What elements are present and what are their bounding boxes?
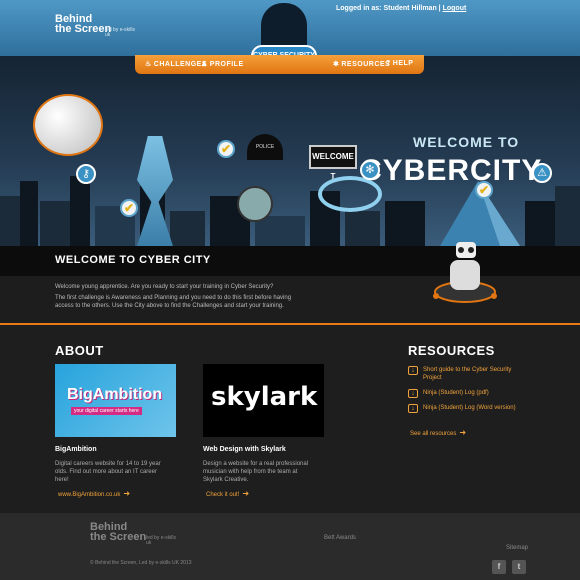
nav-profile-label: PROFILE (209, 61, 244, 68)
see-all-label: See all resources (410, 431, 457, 437)
resource-link[interactable]: ↓ Ninja (Student) Log (Word version) (408, 404, 523, 413)
nav-resources-label: RESOURCES (341, 61, 391, 68)
logo-line2: the Screen (55, 23, 112, 35)
key-icon[interactable]: ⚷ (76, 164, 96, 184)
arrow-right-icon: ➜ (242, 489, 250, 498)
challenge-check-icon[interactable]: ✔ (120, 199, 138, 217)
star-icon: ✱ (333, 61, 340, 68)
see-all-resources-link[interactable]: See all resources ➜ (410, 428, 466, 437)
arrow-right-icon: ➜ (459, 428, 467, 437)
resource-label: Ninja (Student) Log (Word version) (423, 405, 516, 411)
facebook-icon[interactable]: f (492, 560, 506, 574)
copyright-text: © Behind the Screen, Led by e-skills UK … (90, 560, 192, 566)
intro-paragraph-1: Welcome young apprentice. Are you ready … (55, 284, 274, 290)
airship-illustration (33, 94, 103, 156)
logo-subtitle: led by e-skills uk (105, 27, 136, 38)
footer-logo-line2: the Screen (90, 531, 147, 543)
welcome-heading: WELCOME TO (413, 134, 520, 150)
skylark-link[interactable]: Check it out! ➜ (206, 489, 249, 498)
card-text-skylark: Design a website for a real professional… (203, 461, 309, 483)
card-text-bigambition: Digital careers website for 14 to 19 yea… (55, 461, 161, 483)
cybercity-hero: POLICE WELCOME T WELCOME TO CYBERCITY ✔ … (0, 56, 580, 246)
nav-challenges[interactable]: ♨ CHALLENGES (145, 60, 207, 68)
intro-paragraph-2: The first challenge is Awareness and Pla… (55, 295, 292, 309)
resource-link[interactable]: ↓ Ninja (Student) Log (pdf) (408, 389, 523, 398)
site-logo[interactable]: Behind the Screen led by e-skills uk (55, 14, 135, 38)
download-icon: ↓ (408, 404, 418, 413)
intro-title: WELCOME TO CYBER CITY (55, 254, 211, 266)
footer-logo-subtitle: led by e-skills uk (146, 535, 177, 546)
bigambition-banner[interactable]: BigAmbition your digital career starts h… (55, 364, 176, 437)
footer-logo[interactable]: Behind the Screen led by e-skills uk (90, 522, 176, 546)
bigambition-banner-tagline: your digital career starts here (71, 407, 142, 415)
question-icon: ? (386, 60, 391, 67)
snowflake-icon[interactable]: ✻ (360, 160, 380, 180)
nav-help[interactable]: ? HELP (386, 60, 413, 67)
cybercity-heading: CYBERCITY (360, 154, 543, 187)
card-title-bigambition: BigAmbition (55, 446, 97, 453)
person-icon: ♟ (201, 61, 208, 68)
nav-resources[interactable]: ✱ RESOURCES (333, 60, 390, 68)
warning-icon[interactable]: ⚠ (532, 163, 552, 183)
resource-label: Short guide to the Cyber Security Projec… (423, 367, 512, 381)
bett-awards-link[interactable]: Bett Awards (324, 535, 356, 541)
bigambition-banner-title: BigAmbition (67, 386, 163, 403)
flame-icon: ♨ (145, 61, 152, 68)
download-icon: ↓ (408, 366, 418, 375)
nav-challenges-label: CHALLENGES (153, 61, 208, 68)
robot-mascot-illustration (433, 242, 497, 303)
welcome-sign: WELCOME T (309, 145, 357, 181)
resources-heading: RESOURCES (408, 343, 495, 358)
intro-text: Welcome young apprentice. Are you ready … (55, 283, 295, 313)
login-status: Logged in as: Student Hillman | Logout (336, 5, 466, 12)
resource-label: Ninja (Student) Log (pdf) (423, 390, 489, 396)
challenge-check-icon[interactable]: ✔ (217, 140, 235, 158)
about-heading: ABOUT (55, 343, 104, 358)
nav-profile[interactable]: ♟ PROFILE (201, 60, 244, 68)
badge-city-icon (261, 3, 307, 45)
bigambition-link[interactable]: www.BigAmbition.co.uk ➜ (58, 489, 130, 498)
logged-in-text: Logged in as: Student Hillman | (336, 5, 441, 12)
twitter-icon[interactable]: t (512, 560, 526, 574)
resource-link[interactable]: ↓ Short guide to the Cyber Security Proj… (408, 366, 523, 382)
skylark-banner-title: skylark (211, 382, 318, 412)
nav-help-label: HELP (392, 60, 414, 67)
police-dome-illustration: POLICE (247, 134, 283, 160)
card-title-skylark: Web Design with Skylark (203, 446, 286, 453)
sitemap-link[interactable]: Sitemap (506, 545, 528, 551)
challenge-check-icon[interactable]: ✔ (475, 181, 493, 199)
main-nav: ♨ CHALLENGES ♟ PROFILE ✱ RESOURCES ? HELP (135, 55, 424, 74)
skylark-banner[interactable]: skylark (203, 364, 324, 437)
skylark-link-label: Check it out! (206, 492, 240, 498)
download-icon: ↓ (408, 389, 418, 398)
arrow-right-icon: ➜ (123, 489, 131, 498)
platform-illustration (237, 186, 273, 222)
bigambition-link-label: www.BigAmbition.co.uk (58, 492, 121, 498)
logout-link[interactable]: Logout (443, 5, 467, 12)
